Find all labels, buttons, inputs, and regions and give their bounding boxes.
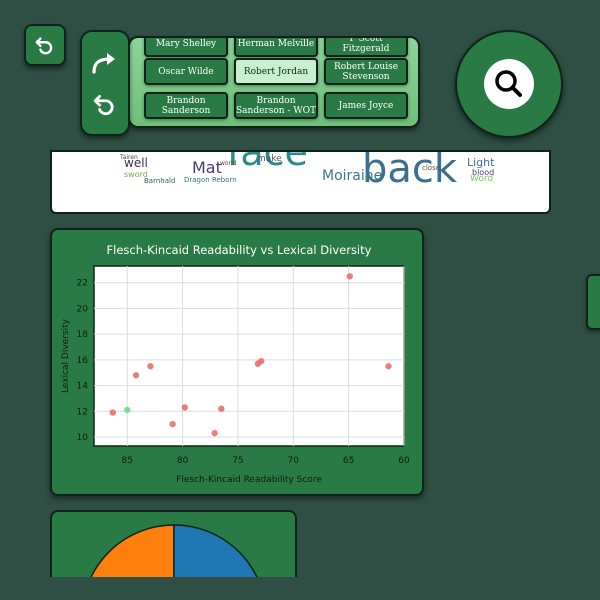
undo-icon[interactable] — [92, 91, 118, 117]
wordcloud-word: close — [422, 164, 441, 172]
x-tick-label: 60 — [398, 456, 410, 466]
scatter-point — [181, 404, 188, 411]
wordcloud-word: Barnhald — [144, 177, 176, 185]
y-tick-label: 10 — [77, 433, 89, 443]
x-tick-label: 75 — [232, 456, 243, 466]
y-tick-label: 16 — [77, 356, 89, 366]
x-axis-label: Flesch-Kincaid Readability Score — [176, 475, 322, 485]
wordcloud-word: Tairen — [120, 154, 138, 161]
author-button[interactable]: Herman Melville — [234, 38, 318, 57]
redo-icon[interactable] — [90, 50, 120, 76]
author-button[interactable]: James Joyce — [324, 92, 408, 119]
author-button[interactable]: Robert Jordan — [234, 58, 318, 85]
x-tick-label: 65 — [343, 456, 354, 466]
wordcloud-word: Moiraine — [322, 168, 383, 184]
history-nav — [80, 30, 130, 136]
plot-area — [93, 265, 405, 447]
y-axis-label: Lexical Diversity — [61, 318, 71, 393]
y-tick-label: 14 — [77, 382, 89, 392]
author-selector-panel: Mary Shelley Herman Melville F Scott Fitzg… — [128, 36, 420, 128]
y-tick-label: 20 — [77, 304, 89, 314]
author-button[interactable]: F Scott Fitzgerald — [324, 38, 408, 57]
scatter-chart: 85 80 75 70 65 60 10 12 14 16 18 20 22 Flesch-Kincaid… — [61, 243, 410, 485]
scatter-point — [124, 406, 131, 414]
x-tick-label: 70 — [288, 456, 300, 466]
scatter-chart-card: 85 80 75 70 65 60 10 12 14 16 18 20 22 Flesch-Kincaid… — [50, 228, 424, 496]
undo-button[interactable] — [24, 24, 66, 66]
y-tick-label: 22 — [77, 279, 88, 289]
wordcloud-word: make — [257, 154, 282, 164]
author-button[interactable]: Mary Shelley — [144, 38, 228, 57]
bottom-bar — [0, 577, 600, 600]
side-panel-toggle[interactable] — [586, 274, 600, 330]
scatter-point — [385, 363, 392, 370]
y-tick-label: 18 — [77, 330, 89, 340]
scatter-point — [211, 429, 218, 437]
scatter-point — [257, 357, 265, 365]
wordcloud-word: Mat — [192, 158, 222, 177]
author-button[interactable]: Oscar Wilde — [144, 58, 228, 85]
y-tick-label: 12 — [77, 407, 88, 417]
scatter-point — [147, 363, 154, 370]
author-button[interactable]: Robert Louise Stevenson — [324, 58, 408, 85]
scatter-point — [132, 372, 140, 379]
search-icon — [495, 70, 522, 97]
x-tick-label: 85 — [121, 456, 132, 466]
word-cloud: face back Moiraine Mat well sword Light blood Wo… — [50, 150, 551, 214]
chart-title: Flesch-Kincaid Readability vs Lexical Di… — [107, 243, 372, 257]
scatter-point — [218, 405, 225, 412]
undo-icon — [35, 37, 53, 55]
search-button[interactable] — [455, 30, 563, 138]
author-button[interactable]: Brandon Sanderson - WOT — [234, 92, 318, 119]
wordcloud-word: world — [220, 160, 237, 167]
wordcloud-word: Word — [470, 174, 494, 184]
author-button[interactable]: Brandon Sanderson — [144, 92, 228, 119]
scatter-point — [109, 409, 117, 416]
scatter-point — [346, 273, 353, 280]
x-tick-label: 80 — [177, 456, 189, 466]
scatter-point — [169, 420, 176, 428]
wordcloud-word: Dragon Reborn — [184, 176, 237, 184]
